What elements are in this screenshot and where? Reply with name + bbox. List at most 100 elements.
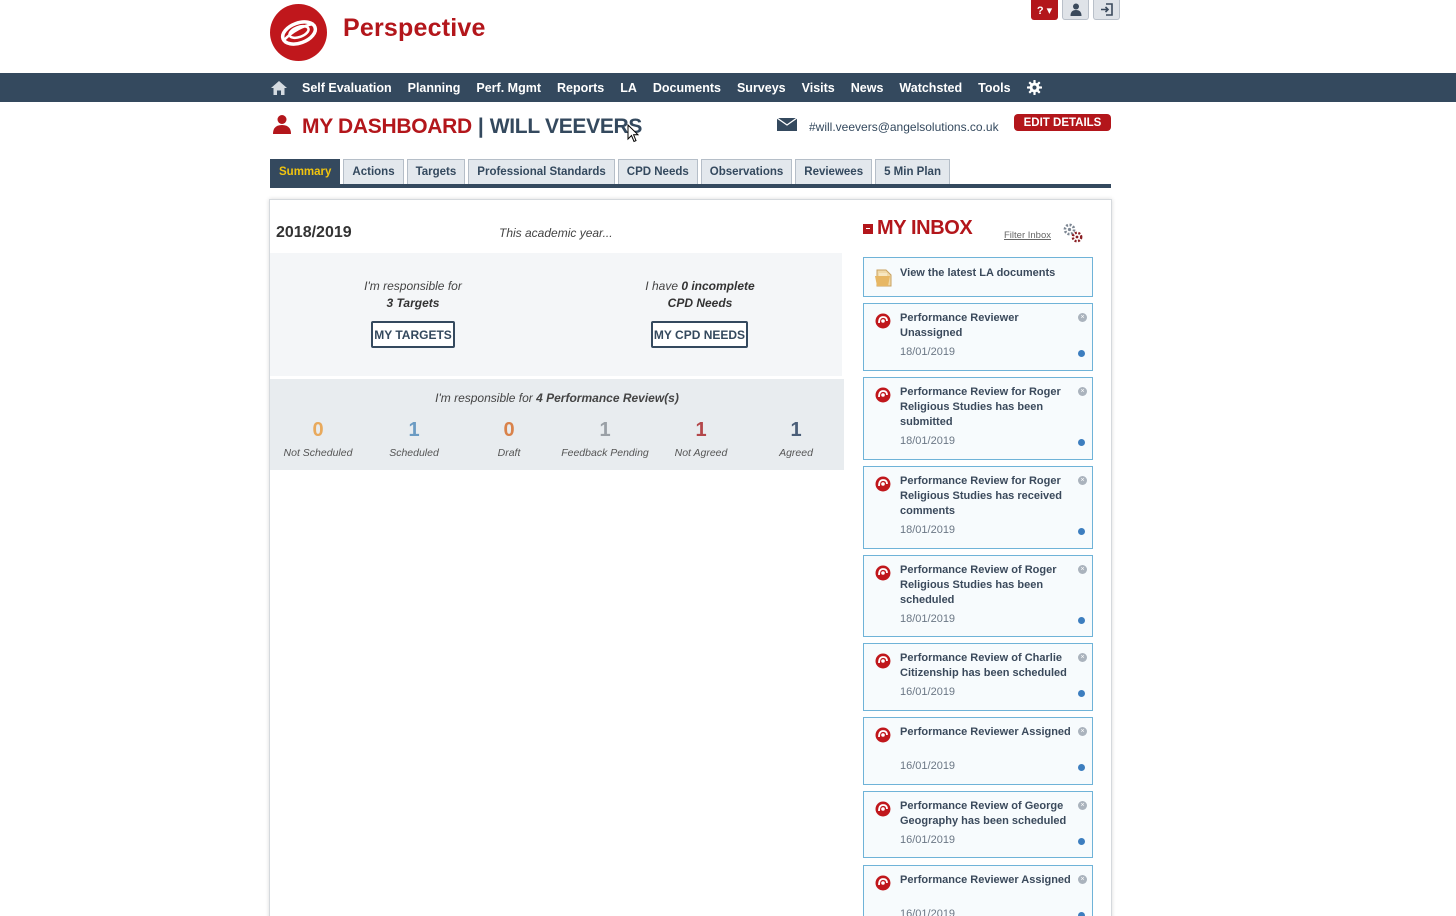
inbox-message: Performance Review of George Geography h… — [900, 800, 1067, 827]
stat-agreed[interactable]: 1 Agreed — [748, 419, 844, 459]
close-icon[interactable]: × — [1078, 565, 1087, 574]
my-targets-button[interactable]: MY TARGETS — [371, 321, 455, 348]
inbox-item[interactable]: Performance Review of George Geography h… — [863, 791, 1093, 858]
pin-icon[interactable] — [1078, 690, 1085, 697]
inbox-message: Performance Review for Roger Religious S… — [900, 386, 1061, 428]
top-right-icons: ? ▾ — [1031, 0, 1120, 20]
stat-label: Agreed — [779, 447, 813, 459]
perspective-icon — [875, 387, 891, 408]
nav-self-evaluation[interactable]: Self Evaluation — [302, 81, 392, 95]
tab-targets[interactable]: Targets — [406, 159, 466, 184]
nav-visits[interactable]: Visits — [802, 81, 835, 95]
perspective-icon — [875, 875, 891, 896]
close-icon[interactable]: × — [1078, 313, 1087, 322]
stat-label: Draft — [497, 447, 521, 459]
close-icon[interactable]: × — [1078, 653, 1087, 662]
perspective-icon — [875, 801, 891, 822]
nav-tools[interactable]: Tools — [978, 81, 1010, 95]
inbox-item[interactable]: Performance Reviewer Assigned 16/01/2019… — [863, 865, 1093, 916]
nav-perf-mgmt[interactable]: Perf. Mgmt — [476, 81, 541, 95]
close-icon[interactable]: × — [1078, 387, 1087, 396]
inbox-item[interactable]: Performance Review of Roger Religious St… — [863, 555, 1093, 637]
user-icon[interactable] — [1062, 0, 1089, 20]
stat-draft[interactable]: 0 Draft — [461, 419, 557, 459]
close-icon[interactable]: × — [1078, 801, 1087, 810]
academic-year-note: This academic year... — [499, 226, 613, 240]
home-icon[interactable] — [268, 73, 290, 102]
inbox-header: MY INBOX — [863, 217, 973, 240]
gear-icon[interactable] — [1026, 80, 1042, 95]
nav-reports[interactable]: Reports — [557, 81, 604, 95]
pin-icon[interactable] — [1078, 764, 1085, 771]
perspective-icon — [875, 565, 891, 586]
stat-label: Feedback Pending — [561, 447, 649, 459]
inbox-message: Performance Review for Roger Religious S… — [900, 475, 1063, 517]
inbox-date: 16/01/2019 — [900, 686, 956, 698]
tab-cpd-needs[interactable]: CPD Needs — [617, 159, 698, 184]
help-icon[interactable]: ? ▾ — [1031, 0, 1058, 20]
perspective-logo[interactable] — [270, 4, 327, 61]
tab-observations[interactable]: Observations — [700, 159, 793, 184]
nav-surveys[interactable]: Surveys — [737, 81, 786, 95]
user-email[interactable]: #will.veevers@angelsolutions.co.uk — [809, 120, 999, 134]
email-block: #will.veevers@angelsolutions.co.uk — [776, 117, 999, 136]
tab-summary[interactable]: Summary — [270, 159, 341, 184]
stat-value: 1 — [408, 419, 420, 441]
top-header: Perspective ? ▾ — [0, 0, 1456, 73]
inbox-item[interactable]: Performance Review of Charlie Citizenshi… — [863, 643, 1093, 711]
inbox-item[interactable]: Performance Reviewer Assigned 16/01/2019… — [863, 717, 1093, 785]
inbox-message: Performance Reviewer Assigned — [900, 726, 1071, 738]
stat-not-scheduled[interactable]: 0 Not Scheduled — [270, 419, 366, 459]
academic-year: 2018/2019 — [276, 224, 352, 241]
targets-line1: I'm responsible for — [364, 279, 462, 293]
inbox-date: 18/01/2019 — [900, 346, 956, 358]
targets-summary: I'm responsible for 3 Targets — [320, 278, 506, 312]
pin-icon[interactable] — [1078, 350, 1085, 357]
stat-scheduled[interactable]: 1 Scheduled — [366, 419, 462, 459]
inbox-item[interactable]: Performance Review for Roger Religious S… — [863, 466, 1093, 549]
pin-icon[interactable] — [1078, 439, 1085, 446]
pin-icon[interactable] — [1078, 528, 1085, 535]
cpd-summary: I have 0 incomplete CPD Needs — [600, 278, 800, 312]
pin-icon[interactable] — [1078, 838, 1085, 845]
title-separator: | — [477, 114, 484, 138]
nav-documents[interactable]: Documents — [653, 81, 721, 95]
performance-heading: I'm responsible for 4 Performance Review… — [270, 391, 844, 405]
targets-count: 3 Targets — [386, 296, 440, 310]
nav-watchsted[interactable]: Watchsted — [899, 81, 962, 95]
close-icon[interactable]: × — [1078, 727, 1087, 736]
stat-feedback-pending[interactable]: 1 Feedback Pending — [557, 419, 653, 459]
stat-label: Not Scheduled — [283, 447, 353, 459]
tab-professional-standards[interactable]: Professional Standards — [468, 159, 615, 184]
login-icon[interactable] — [1093, 0, 1120, 20]
filter-gears-icon[interactable] — [1062, 222, 1084, 249]
close-icon[interactable]: × — [1078, 476, 1087, 485]
inbox-item[interactable]: View the latest LA documents — [863, 257, 1093, 297]
brand-name: Perspective — [343, 14, 486, 42]
edit-details-button[interactable]: EDIT DETAILS — [1014, 114, 1111, 131]
mouse-cursor-icon — [627, 123, 640, 148]
filter-inbox-link[interactable]: Filter Inbox — [1004, 230, 1051, 241]
inbox-date: 18/01/2019 — [900, 435, 956, 447]
nav-news[interactable]: News — [851, 81, 884, 95]
stat-value: 0 — [312, 419, 324, 441]
tab-5-min-plan[interactable]: 5 Min Plan — [875, 159, 950, 184]
responsibilities-box — [270, 253, 842, 376]
tab-actions[interactable]: Actions — [343, 159, 404, 184]
nav-la[interactable]: LA — [620, 81, 637, 95]
my-cpd-needs-button[interactable]: MY CPD NEEDS — [651, 321, 748, 348]
stat-label: Not Agreed — [674, 447, 728, 459]
pin-icon[interactable] — [1078, 617, 1085, 624]
inbox-item[interactable]: Performance Review for Roger Religious S… — [863, 377, 1093, 460]
tab-reviewees[interactable]: Reviewees — [795, 159, 873, 184]
inbox-date: 18/01/2019 — [900, 524, 956, 536]
cpd-line1-pre: I have — [645, 279, 682, 293]
stat-not-agreed[interactable]: 1 Not Agreed — [653, 419, 749, 459]
pin-icon[interactable] — [1078, 912, 1085, 916]
collapse-icon[interactable] — [863, 223, 873, 234]
close-icon[interactable]: × — [1078, 875, 1087, 884]
perspective-icon — [875, 653, 891, 674]
stat-value: 1 — [599, 419, 611, 441]
inbox-item[interactable]: Performance Reviewer Unassigned 18/01/20… — [863, 303, 1093, 371]
nav-planning[interactable]: Planning — [408, 81, 461, 95]
